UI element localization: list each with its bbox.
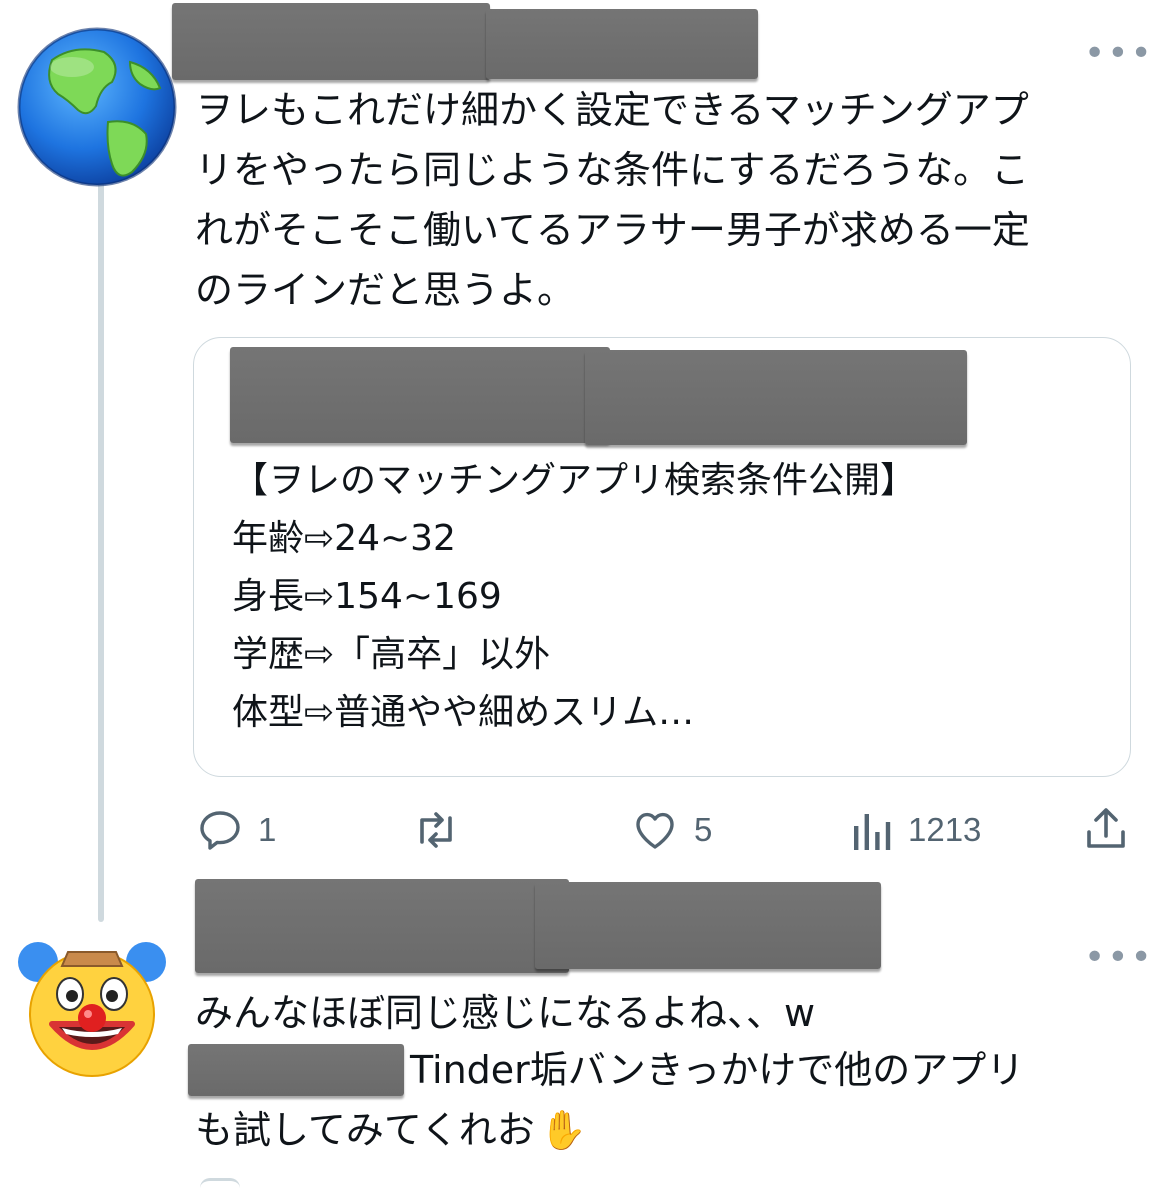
reply-text-line-2: Tinder垢バンきっかけで他のアプリ — [410, 1048, 1025, 1092]
quote-line: 身長⇨154~169 — [232, 576, 502, 617]
redacted-handle-2 — [535, 882, 881, 969]
redacted-quoted-name — [230, 347, 610, 443]
avatar-globe[interactable] — [12, 22, 182, 192]
like-button[interactable]: 5 — [630, 806, 712, 854]
reply-text-segment: も試してみてくれお — [195, 1108, 535, 1152]
reply-text-line-1: みんなほぼ同じ感じになるよね、、w — [195, 991, 816, 1035]
reply-count: 1 — [258, 811, 277, 848]
redacted-display-name-2 — [195, 879, 569, 973]
quote-line: 年齢⇨24~32 — [232, 518, 456, 559]
tweet-text-line: リをやったら同じような条件にするだろうな。こ — [195, 148, 1030, 192]
share-button[interactable] — [1082, 804, 1130, 854]
share-icon — [1087, 808, 1125, 848]
tweet-text-line: れがそこそこ働いてるアラサー男子が求める一定 — [195, 208, 1030, 252]
more-options-icon[interactable]: ••• — [1084, 36, 1154, 72]
redacted-display-name — [172, 3, 490, 80]
retweet-button[interactable] — [410, 806, 476, 854]
reply-text-line-3: も試してみてくれお ✋ — [195, 1100, 587, 1160]
quoted-tweet-text: 【ヲレのマッチングアプリ検索条件公開】 年齢⇨24~32 身長⇨154~169 … — [232, 452, 1112, 742]
globe-icon — [17, 27, 177, 187]
views-button[interactable]: 1213 — [850, 806, 981, 854]
redacted-handle — [486, 9, 758, 79]
raised-hand-emoji: ✋ — [539, 1108, 588, 1152]
quote-line-title: 【ヲレのマッチングアプリ検索条件公開】 — [232, 460, 917, 501]
next-item-edge — [200, 1178, 240, 1188]
tweet-body: ヲレもこれだけ細かく設定できるマッチングアプ リをやったら同じような条件にするだ… — [195, 80, 1145, 320]
more-options-icon[interactable]: ••• — [1084, 940, 1154, 976]
tweet-text-line: のラインだと思うよ。 — [195, 268, 576, 312]
reply-button[interactable]: 1 — [196, 806, 276, 854]
tweet-text-line: ヲレもこれだけ細かく設定できるマッチングアプ — [195, 88, 1029, 132]
retweet-icon — [420, 812, 452, 848]
quote-line: 体型⇨普通やや細めスリム… — [232, 692, 695, 733]
quote-line: 学歴⇨「高卒」以外 — [232, 634, 551, 675]
avatar-clown[interactable] — [18, 932, 166, 1080]
views-chart-icon — [854, 814, 891, 850]
redacted-quoted-handle — [585, 350, 967, 445]
reply-icon — [200, 811, 240, 850]
thread-connector-line — [98, 180, 104, 922]
clown-face-icon — [18, 942, 166, 1077]
like-count: 5 — [694, 811, 713, 848]
redacted-mention — [188, 1044, 404, 1096]
heart-icon — [636, 812, 674, 849]
views-count: 1213 — [908, 811, 982, 848]
